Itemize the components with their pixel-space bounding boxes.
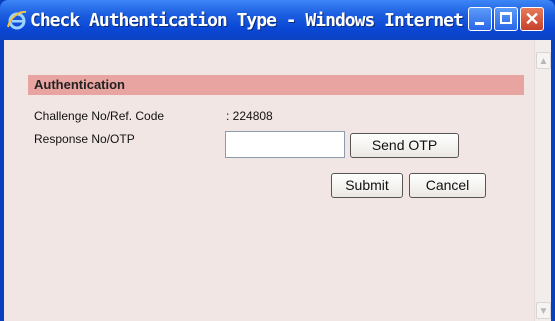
challenge-label: Challenge No/Ref. Code (34, 109, 165, 123)
send-otp-button[interactable]: Send OTP (350, 133, 459, 158)
cancel-button[interactable]: Cancel (409, 173, 486, 198)
scroll-up-icon[interactable]: ▲ (536, 52, 551, 69)
title-bar[interactable]: Check Authentication Type - Windows Inte… (0, 0, 555, 40)
minimize-button[interactable] (468, 7, 492, 31)
browser-popup-window: Check Authentication Type - Windows Inte… (0, 0, 555, 321)
vertical-scrollbar[interactable]: ▲ ▼ (534, 40, 551, 321)
close-button[interactable]: ✕ (520, 7, 544, 31)
maximize-icon (500, 12, 512, 24)
page-content-area: Authentication Challenge No/Ref. Code : … (4, 40, 551, 321)
auth-form: Authentication Challenge No/Ref. Code : … (4, 40, 532, 321)
section-header: Authentication (28, 75, 524, 95)
ie-icon (7, 10, 27, 30)
response-label: Response No/OTP (34, 132, 135, 146)
scroll-down-icon[interactable]: ▼ (536, 302, 551, 319)
section-title: Authentication (34, 77, 125, 92)
maximize-button[interactable] (494, 7, 518, 31)
window-title: Check Authentication Type - Windows Inte… (30, 10, 503, 31)
otp-input[interactable] (225, 131, 345, 158)
challenge-value: : 224808 (226, 109, 273, 123)
close-icon: ✕ (524, 9, 540, 29)
submit-button[interactable]: Submit (331, 173, 403, 198)
minimize-icon (475, 22, 484, 25)
